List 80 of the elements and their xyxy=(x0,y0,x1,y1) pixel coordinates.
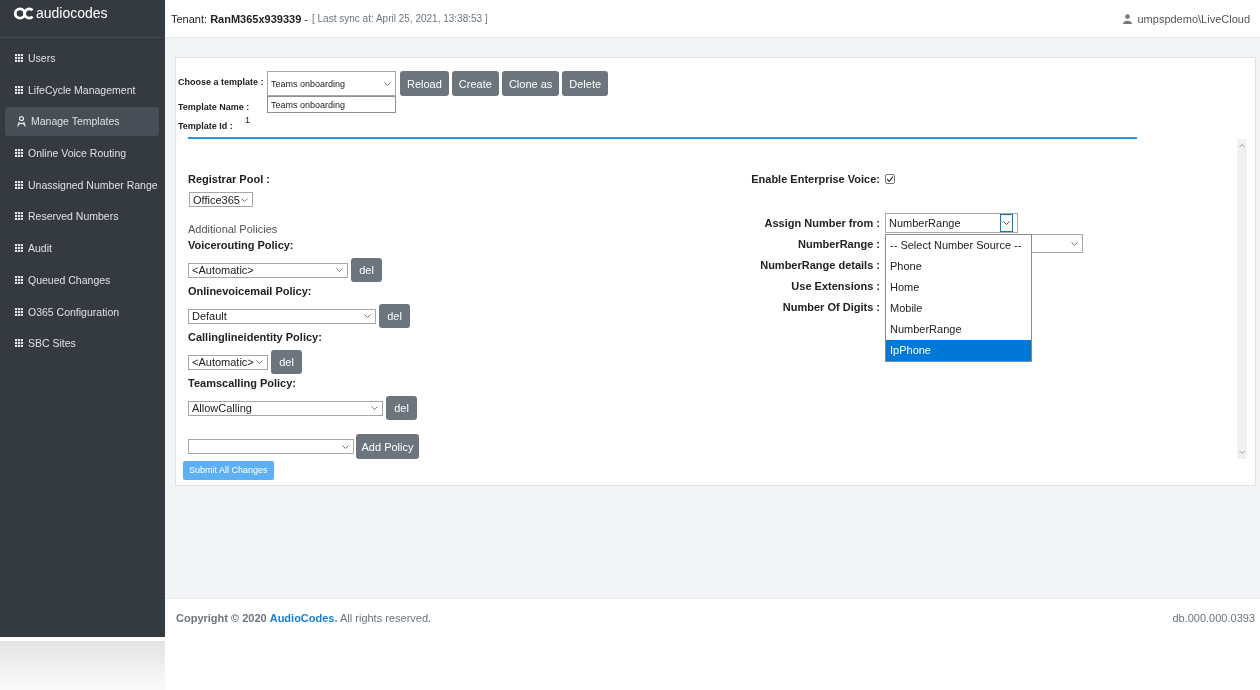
logo-icon xyxy=(14,7,34,20)
grid-icon xyxy=(15,275,23,284)
chevron-down-icon xyxy=(241,197,248,202)
field-label: Enable Enterprise Voice: xyxy=(751,172,880,186)
field-label: Teamscalling Policy: xyxy=(188,376,296,390)
chevron-down-icon xyxy=(256,360,263,364)
grid-icon xyxy=(15,180,23,189)
sidebar-item[interactable]: Unassigned Number Range xyxy=(5,170,162,200)
chevron-down-icon xyxy=(371,406,378,410)
dropdown-option[interactable]: Home xyxy=(886,276,1031,298)
field-label: Template Name : xyxy=(178,102,250,112)
sidebar-item[interactable]: Manage Templates xyxy=(5,106,159,136)
grid-icon xyxy=(15,85,23,94)
logo-text: audiocodes xyxy=(36,6,108,21)
policy-dropdown[interactable]: <Automatic> xyxy=(188,262,348,278)
field-label: NumberRange details : xyxy=(760,257,880,272)
template-button[interactable]: Delete xyxy=(562,71,609,96)
sidebar-item[interactable]: O365 Configuration xyxy=(5,297,162,326)
last-sync-text: [ Last sync at: April 25, 2021, 13:38:53 ] xyxy=(312,13,488,24)
sidebar-item[interactable]: Audit xyxy=(5,233,162,263)
template-dropdown[interactable]: Teams onboarding xyxy=(267,71,396,96)
policy-dropdown[interactable]: AllowCalling xyxy=(188,400,383,416)
grid-icon xyxy=(15,54,23,62)
field-label: Template Id : xyxy=(178,121,233,131)
company-link[interactable]: AudioCodes. xyxy=(269,612,338,624)
chevron-down-icon xyxy=(342,444,349,449)
template-id-value: 1 xyxy=(245,115,250,126)
grid-icon xyxy=(15,149,23,158)
chevron-down-icon xyxy=(384,81,391,86)
sidebar-item[interactable]: Users xyxy=(5,43,162,73)
number-source-dropdown[interactable]: NumberRange xyxy=(885,212,1018,233)
sidebar-item[interactable]: Queued Changes xyxy=(5,265,162,295)
add-policy-button[interactable]: Add Policy xyxy=(356,434,419,459)
grid-icon xyxy=(15,307,23,316)
field-label: Assign Number from : xyxy=(764,215,880,230)
field-label: Choose a template : xyxy=(178,77,264,87)
policy-dropdown[interactable]: Default xyxy=(188,308,376,324)
user-name[interactable]: umpspdemo\LiveCloud xyxy=(1137,12,1250,25)
field-label: NumberRange : xyxy=(798,236,880,251)
chevron-down-icon xyxy=(364,314,371,318)
template-name-field[interactable]: Teams onboarding xyxy=(267,96,396,113)
grid-icon xyxy=(15,244,23,253)
remove-policy-button[interactable]: del xyxy=(271,350,302,374)
sidebar-item[interactable]: Reserved Numbers xyxy=(5,201,162,231)
new-policy-dropdown[interactable] xyxy=(188,439,354,454)
field-label: Callinglineidentity Policy: xyxy=(188,330,322,344)
tenant-text: Tenant: RanM365x939339 - xyxy=(171,12,308,25)
remove-policy-button[interactable]: del xyxy=(351,258,382,282)
chevron-down-icon xyxy=(336,268,343,272)
field-label: Use Extensions : xyxy=(791,278,880,293)
sidebar-item[interactable]: SBC Sites xyxy=(5,328,162,358)
copyright-text: Copyright © 2020 AudioCodes. All rights reserved. xyxy=(176,612,432,624)
registrar-pool-dropdown[interactable]: Office365 xyxy=(189,192,253,207)
sidebar-item[interactable]: LifeCycle Management xyxy=(5,75,162,105)
dropdown-option[interactable]: -- Select Number Source -- xyxy=(886,234,1031,256)
field-label: Number Of Digits : xyxy=(782,299,880,314)
policy-dropdown[interactable]: <Automatic> xyxy=(188,354,268,370)
dropdown-option[interactable]: Phone xyxy=(886,255,1031,277)
remove-policy-button[interactable]: del xyxy=(386,396,417,420)
user-icon xyxy=(1123,13,1133,24)
grid-icon xyxy=(15,339,23,348)
grid-icon xyxy=(15,212,23,221)
field-label: Registrar Pool : xyxy=(188,172,270,186)
sidebar-item[interactable]: Online Voice Routing xyxy=(5,138,162,168)
dropdown-option[interactable]: NumberRange xyxy=(886,318,1031,340)
template-button[interactable]: Clone as xyxy=(501,71,560,96)
field-label: Voicerouting Policy: xyxy=(188,238,294,252)
template-button[interactable]: Create xyxy=(451,71,499,96)
version-text: db.000.000.0393 xyxy=(1172,612,1255,624)
field-label: Onlinevoicemail Policy: xyxy=(188,284,312,298)
person-icon xyxy=(17,115,26,127)
chevron-down-icon xyxy=(1000,213,1013,232)
section-heading: Additional Policies xyxy=(188,222,278,236)
chevron-down-icon xyxy=(1071,241,1078,246)
dropdown-option[interactable]: IpPhone xyxy=(886,339,1031,361)
scrollbar[interactable] xyxy=(1237,139,1247,459)
checkbox[interactable] xyxy=(885,174,895,184)
dropdown-option[interactable]: Mobile xyxy=(886,297,1031,319)
template-button[interactable]: Reload xyxy=(400,71,449,96)
remove-policy-button[interactable]: del xyxy=(379,304,410,328)
